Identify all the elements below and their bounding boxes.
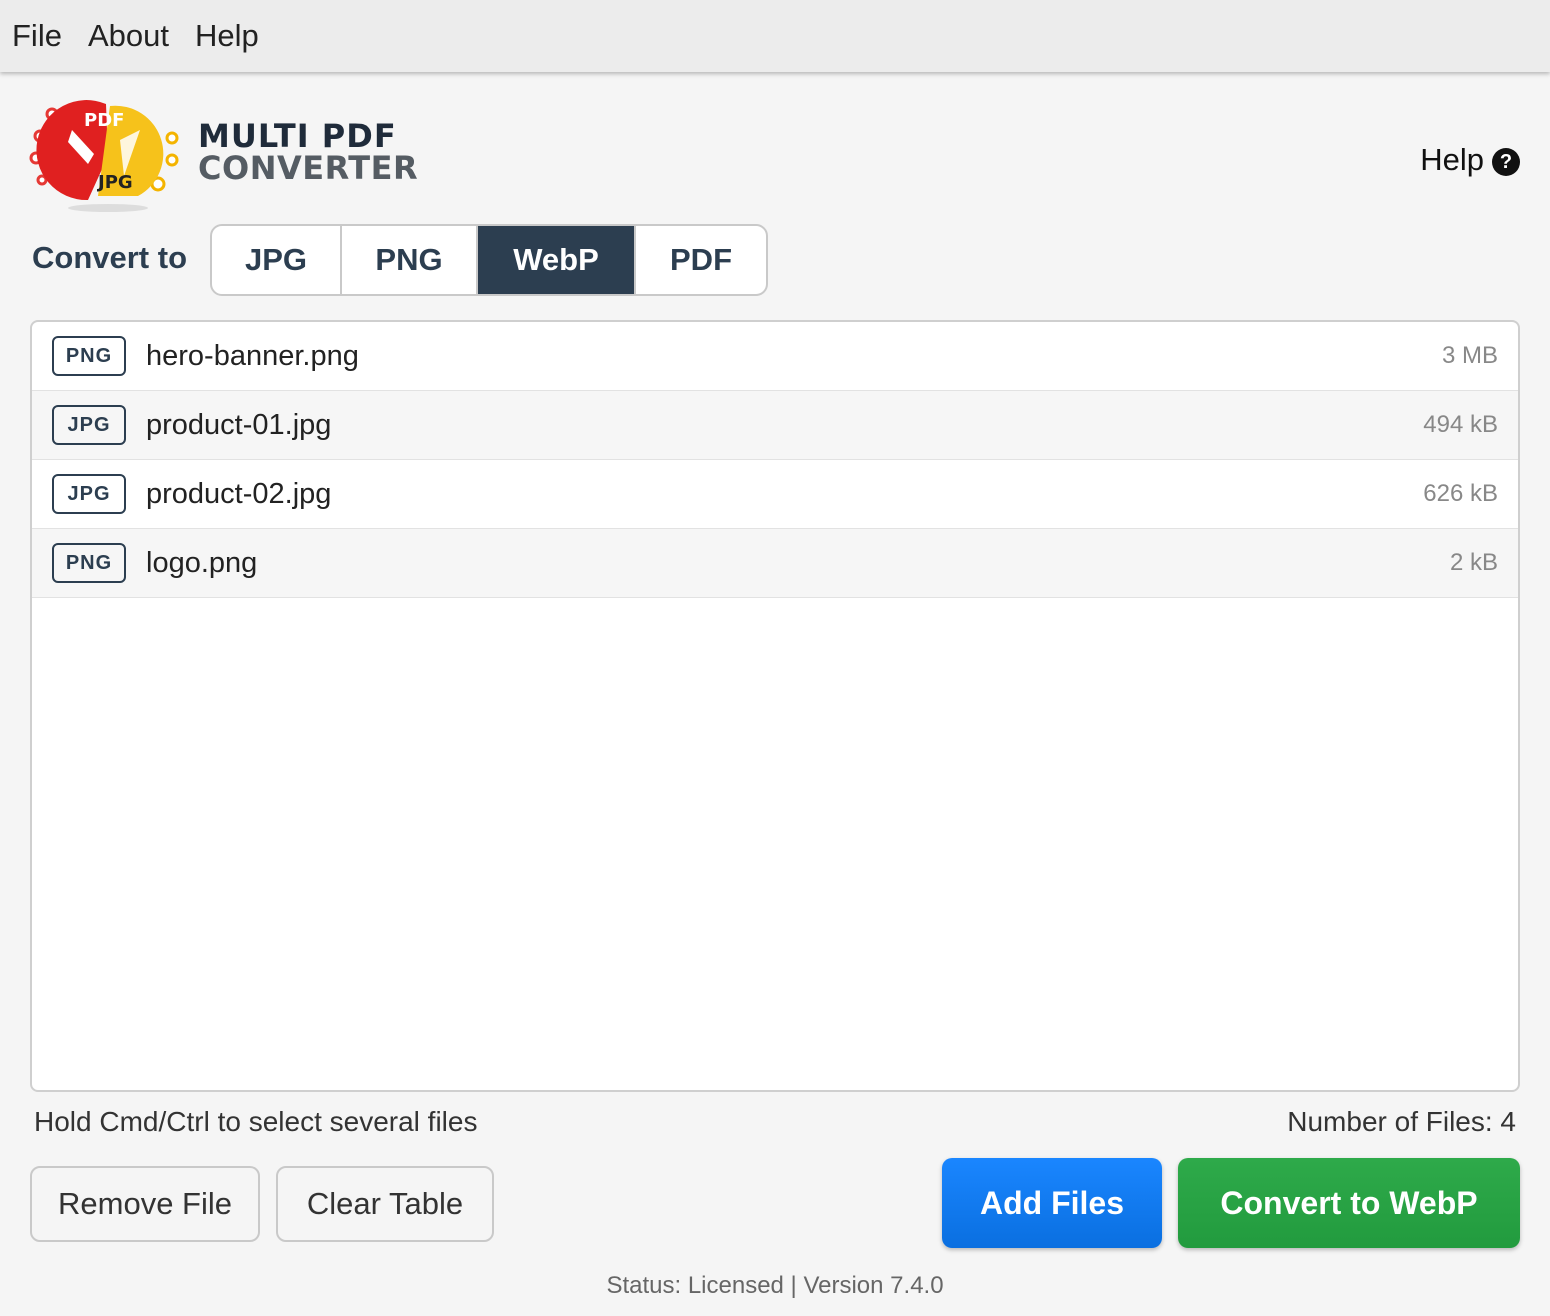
format-webp-button[interactable]: WebP [478,226,636,294]
file-type-badge: PNG [52,336,126,376]
table-row[interactable]: PNG hero-banner.png 3 MB [32,322,1518,391]
table-row[interactable]: PNG logo.png 2 kB [32,529,1518,598]
format-png-button[interactable]: PNG [342,226,478,294]
logo-jpg-text: JPG [96,172,133,193]
file-count: Number of Files: 4 [1287,1106,1516,1137]
clear-table-button[interactable]: Clear Table [276,1166,494,1242]
remove-file-button[interactable]: Remove File [30,1166,260,1242]
file-type-badge: JPG [52,474,126,514]
selection-hint: Hold Cmd/Ctrl to select several files [34,1106,478,1137]
table-row[interactable]: JPG product-02.jpg 626 kB [32,460,1518,529]
file-type-badge: PNG [52,543,126,583]
logo-line2: CONVERTER [198,149,419,187]
file-size: 2 kB [1449,549,1498,576]
app-logo: PDF JPG MULTI PDF CONVERTER [28,96,418,216]
convert-to-label: Convert to [32,240,187,275]
file-size: 494 kB [1423,411,1498,438]
help-link[interactable]: Help ? [1420,142,1520,178]
menu-bar: File About Help [0,0,1550,72]
file-name: logo.png [146,546,258,579]
format-jpg-button[interactable]: JPG [212,226,342,294]
file-table[interactable]: PNG hero-banner.png 3 MB JPG product-01.… [30,320,1520,1092]
file-size: 626 kB [1423,480,1498,507]
file-name: product-01.jpg [146,408,332,441]
logo-icon: PDF JPG [29,100,179,212]
file-name: product-02.jpg [146,477,332,510]
logo-wordmark: MULTI PDF CONVERTER [198,120,418,184]
question-icon: ? [1492,148,1520,176]
help-label: Help [1420,142,1484,177]
format-pdf-button[interactable]: PDF [636,226,766,294]
format-selector: JPG PNG WebP PDF [210,224,768,296]
add-files-button[interactable]: Add Files [942,1158,1162,1248]
file-type-badge: JPG [52,405,126,445]
file-name: hero-banner.png [146,339,359,372]
logo-pdf-text: PDF [84,110,124,131]
table-row[interactable]: JPG product-01.jpg 494 kB [32,391,1518,460]
logo-line1: MULTI PDF [198,117,397,155]
menu-about[interactable]: About [88,18,169,54]
menu-file[interactable]: File [12,18,62,54]
file-size: 3 MB [1441,342,1498,369]
menu-help[interactable]: Help [195,18,259,54]
status-bar: Status: Licensed | Version 7.4.0 [606,1272,944,1299]
convert-button[interactable]: Convert to WebP [1178,1158,1520,1248]
